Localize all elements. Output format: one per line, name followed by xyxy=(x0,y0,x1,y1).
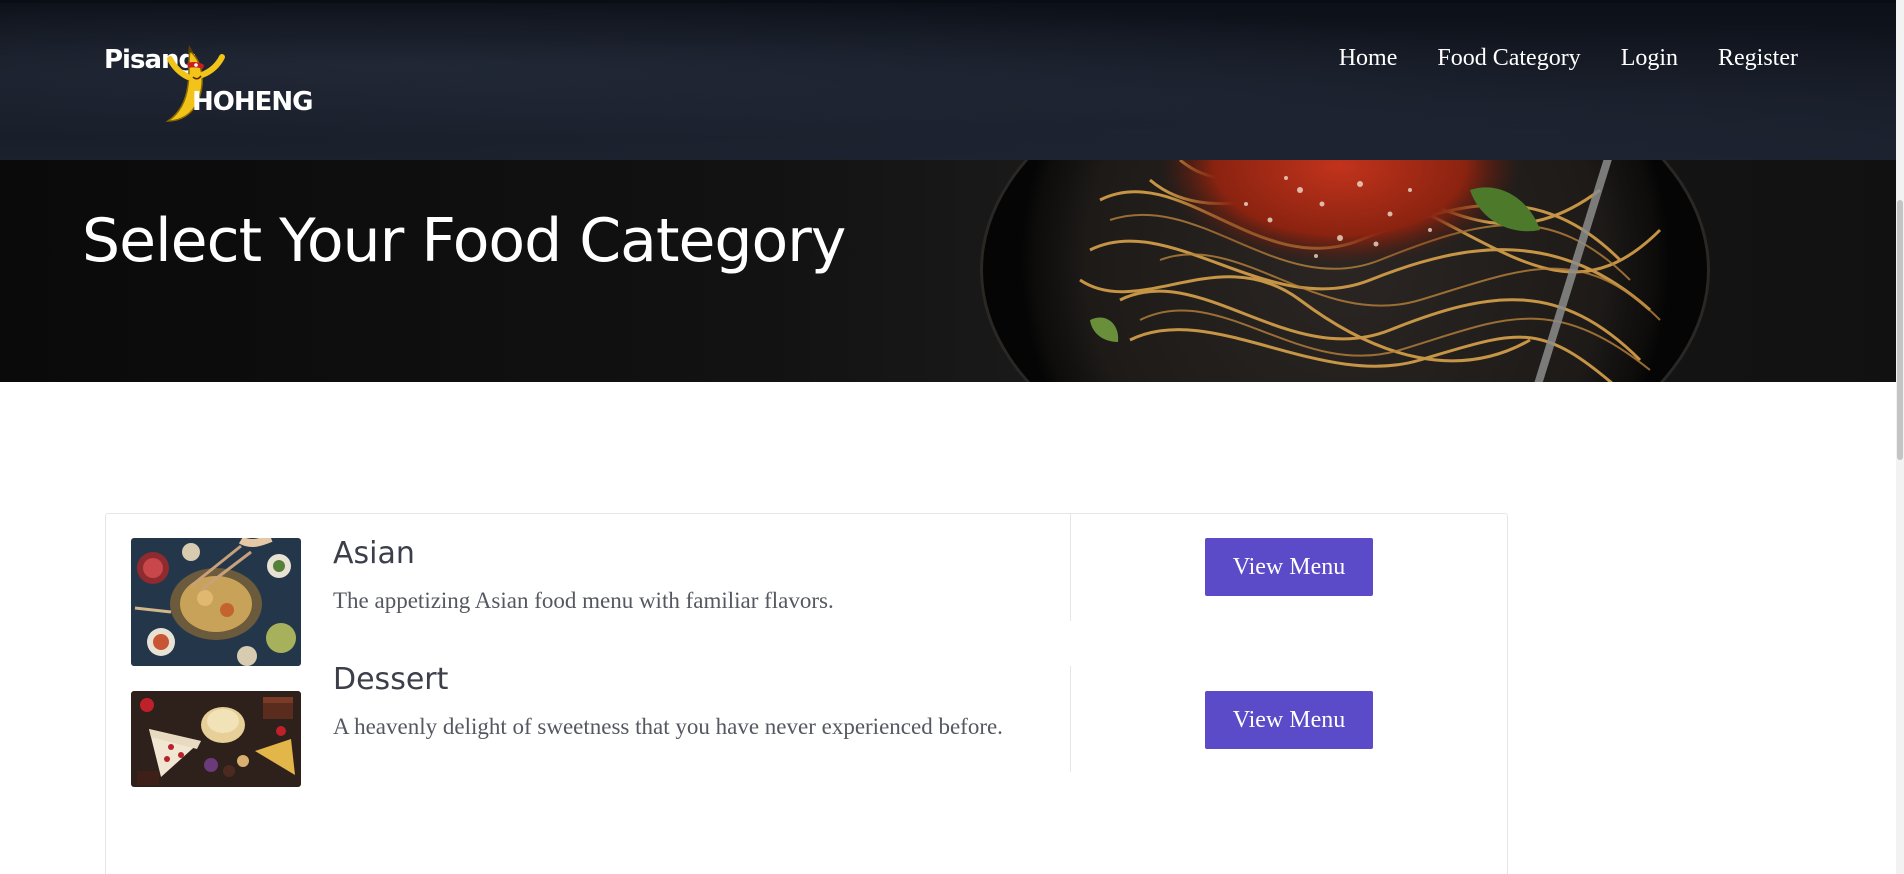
asian-food-image xyxy=(131,538,301,666)
dessert-food-image xyxy=(131,691,301,787)
view-menu-button-dessert[interactable]: View Menu xyxy=(1205,691,1373,749)
category-list-card: Asian The appetizing Asian food menu wit… xyxy=(105,513,1508,874)
hero-pasta-image xyxy=(1079,160,1662,382)
nav-food-category-link[interactable]: Food Category xyxy=(1437,45,1580,72)
page-scrollbar[interactable] xyxy=(1896,0,1904,874)
nav-login-link[interactable]: Login xyxy=(1621,45,1678,72)
brand-logo[interactable]: Pisang HOHENG xyxy=(104,41,313,125)
row-divider xyxy=(1070,514,1071,621)
category-title: Asian xyxy=(333,536,415,571)
hero-banner: Select Your Food Category xyxy=(0,160,1904,382)
nav-register-link[interactable]: Register xyxy=(1718,45,1798,72)
category-title: Dessert xyxy=(333,662,449,697)
page: Pisang HOHENG Home Food Category Login R… xyxy=(0,0,1904,874)
brand-name-line2: HOHENG xyxy=(192,87,313,117)
category-description: The appetizing Asian food menu with fami… xyxy=(333,588,834,613)
navbar: Pisang HOHENG Home Food Category Login R… xyxy=(0,0,1904,160)
scrollbar-thumb[interactable] xyxy=(1897,200,1903,460)
main-nav: Home Food Category Login Register xyxy=(1339,45,1798,72)
nav-home-link[interactable]: Home xyxy=(1339,45,1398,72)
view-menu-button-asian[interactable]: View Menu xyxy=(1205,538,1373,596)
category-description: A heavenly delight of sweetness that you… xyxy=(333,714,1003,739)
page-title: Select Your Food Category xyxy=(82,206,846,276)
row-divider xyxy=(1070,666,1071,772)
